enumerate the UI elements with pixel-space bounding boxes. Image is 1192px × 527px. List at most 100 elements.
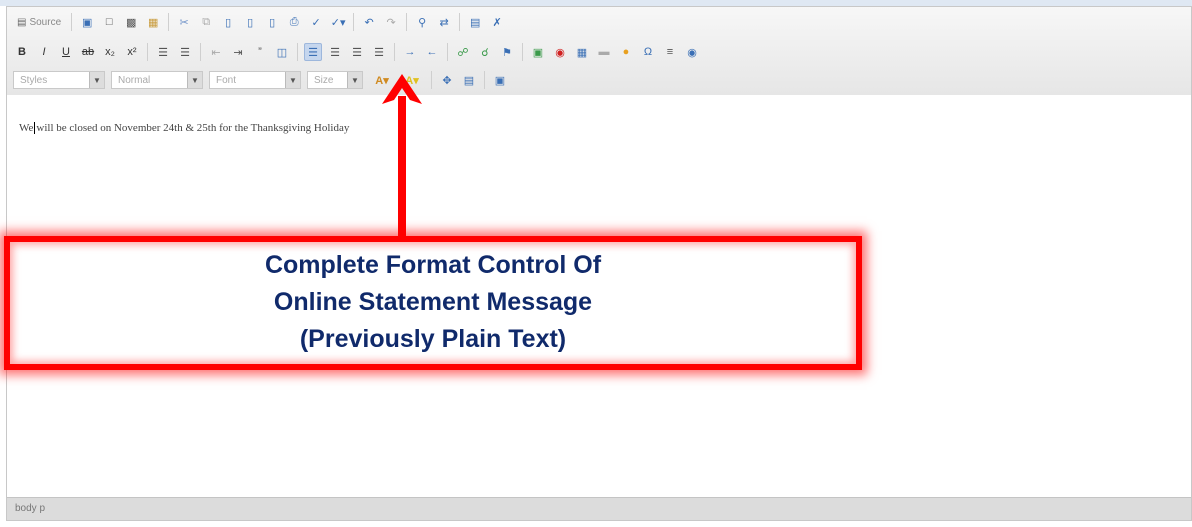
align-center-button[interactable]: ☰ <box>326 43 344 61</box>
save-button[interactable]: ▣ <box>78 13 96 31</box>
statement-message[interactable]: We will be closed on November 24th & 25th… <box>19 122 350 135</box>
underline-button[interactable]: U <box>57 43 75 61</box>
flash-icon: ◉ <box>555 46 565 59</box>
blockquote-button[interactable]: ” <box>251 43 269 61</box>
select-all-button[interactable]: ▤ <box>466 13 484 31</box>
copy-button[interactable]: ⧉ <box>197 13 215 31</box>
message-rest: will be closed on November 24th & 25th f… <box>36 122 350 134</box>
ltr-button[interactable]: → <box>401 43 419 61</box>
maximize-icon: ✥ <box>442 74 452 87</box>
scayt-icon: ✓▾ <box>330 16 346 29</box>
about-button[interactable]: ▣ <box>491 71 509 89</box>
toolbar-separator <box>147 43 148 61</box>
link-icon: ☍ <box>457 46 469 59</box>
paste-word-button[interactable]: ▯ <box>263 13 281 31</box>
remove-format-button[interactable]: ✗ <box>488 13 506 31</box>
horizontal-rule-button[interactable]: ▬ <box>595 43 613 61</box>
styles-combo[interactable]: Styles ▼ <box>13 71 105 89</box>
undo-icon: ↶ <box>364 16 374 29</box>
align-justify-icon: ☰ <box>374 46 384 59</box>
numbered-list-button[interactable]: ☰ <box>154 43 172 61</box>
table-icon: ▦ <box>576 46 588 59</box>
div-container-button[interactable]: ◫ <box>273 43 291 61</box>
smiley-button[interactable]: ● <box>617 43 635 61</box>
toolbar-separator <box>297 43 298 61</box>
align-justify-button[interactable]: ☰ <box>370 43 388 61</box>
flash-button[interactable]: ◉ <box>551 43 569 61</box>
special-char-button[interactable]: Ω <box>639 43 657 61</box>
image-icon: ▣ <box>532 46 544 59</box>
page-break-button[interactable]: ≡ <box>661 43 679 61</box>
new-page-icon: □ <box>105 16 113 28</box>
chevron-down-icon: ▼ <box>347 72 362 88</box>
align-right-icon: ☰ <box>352 46 362 59</box>
outdent-button[interactable]: ⇤ <box>207 43 225 61</box>
preview-button[interactable]: ▩ <box>122 13 140 31</box>
redo-button[interactable]: ↷ <box>382 13 400 31</box>
subscript-button[interactable]: x₂ <box>101 43 119 61</box>
redo-icon: ↷ <box>386 16 396 29</box>
templates-icon: ▦ <box>147 16 159 29</box>
link-button[interactable]: ☍ <box>454 43 472 61</box>
bulleted-list-icon: ☰ <box>180 46 190 59</box>
spellcheck-button[interactable]: ✓ <box>307 13 325 31</box>
cut-button[interactable]: ✂ <box>175 13 193 31</box>
templates-button[interactable]: ▦ <box>144 13 162 31</box>
paste-icon: ▯ <box>225 16 232 29</box>
scayt-button[interactable]: ✓▾ <box>329 13 347 31</box>
size-combo[interactable]: Size ▼ <box>307 71 363 89</box>
superscript-icon: x² <box>127 46 137 58</box>
preview-icon: ▩ <box>125 16 137 29</box>
maximize-button[interactable]: ✥ <box>438 71 456 89</box>
show-blocks-button[interactable]: ▤ <box>460 71 478 89</box>
align-right-button[interactable]: ☰ <box>348 43 366 61</box>
styles-combo-label: Styles <box>20 74 48 86</box>
replace-button[interactable]: ⇄ <box>435 13 453 31</box>
numbered-list-icon: ☰ <box>158 46 168 59</box>
outdent-icon: ⇤ <box>211 46 221 59</box>
smiley-icon: ● <box>622 46 630 58</box>
image-button[interactable]: ▣ <box>529 43 547 61</box>
table-button[interactable]: ▦ <box>573 43 591 61</box>
rtl-button[interactable]: ← <box>423 43 441 61</box>
anchor-button[interactable]: ⚑ <box>498 43 516 61</box>
paste-text-icon: ▯ <box>247 16 254 29</box>
editor-toolbars: ▤ Source ▣ □ ▩ ▦ ✂ ⧉ ▯ ▯ ▯ ⎙ ✓ ✓▾ ↶ ↷ ⚲ … <box>7 7 1191 96</box>
bulleted-list-button[interactable]: ☰ <box>176 43 194 61</box>
message-first-word: We <box>19 122 34 134</box>
new-page-button[interactable]: □ <box>100 13 118 31</box>
page-break-icon: ≡ <box>666 46 674 58</box>
callout-line-3: (Previously Plain Text) <box>299 325 567 353</box>
print-button[interactable]: ⎙ <box>285 13 303 31</box>
toolbar-separator <box>522 43 523 61</box>
paste-word-icon: ▯ <box>269 16 276 29</box>
callout-text: Complete Format Control Of Online Statem… <box>4 247 862 358</box>
indent-button[interactable]: ⇥ <box>229 43 247 61</box>
font-combo-label: Font <box>216 74 237 86</box>
format-combo[interactable]: Normal ▼ <box>111 71 203 89</box>
find-button[interactable]: ⚲ <box>413 13 431 31</box>
source-label: Source <box>29 16 62 28</box>
toolbar-row-2: B I U ab x₂ x² ☰ ☰ ⇤ ⇥ ” ◫ ☰ ☰ ☰ ☰ → ← ☍… <box>13 41 705 63</box>
italic-button[interactable]: I <box>35 43 53 61</box>
font-combo[interactable]: Font ▼ <box>209 71 301 89</box>
globe-icon: ◉ <box>687 46 697 59</box>
align-left-button[interactable]: ☰ <box>304 43 322 61</box>
spellcheck-icon: ✓ <box>311 16 321 29</box>
paste-text-button[interactable]: ▯ <box>241 13 259 31</box>
bold-icon: B <box>18 46 26 58</box>
unlink-button[interactable]: ☌ <box>476 43 494 61</box>
strike-button[interactable]: ab <box>79 43 97 61</box>
element-path[interactable]: body p <box>15 503 45 514</box>
bold-button[interactable]: B <box>13 43 31 61</box>
about-icon: ▣ <box>494 74 506 87</box>
toolbar-separator <box>406 13 408 31</box>
paste-button[interactable]: ▯ <box>219 13 237 31</box>
undo-button[interactable]: ↶ <box>360 13 378 31</box>
superscript-button[interactable]: x² <box>123 43 141 61</box>
iframe-button[interactable]: ◉ <box>683 43 701 61</box>
toolbar-separator <box>447 43 448 61</box>
remove-format-icon: ✗ <box>492 16 502 29</box>
save-icon: ▣ <box>81 16 93 29</box>
source-button[interactable]: ▤ Source <box>13 13 65 31</box>
